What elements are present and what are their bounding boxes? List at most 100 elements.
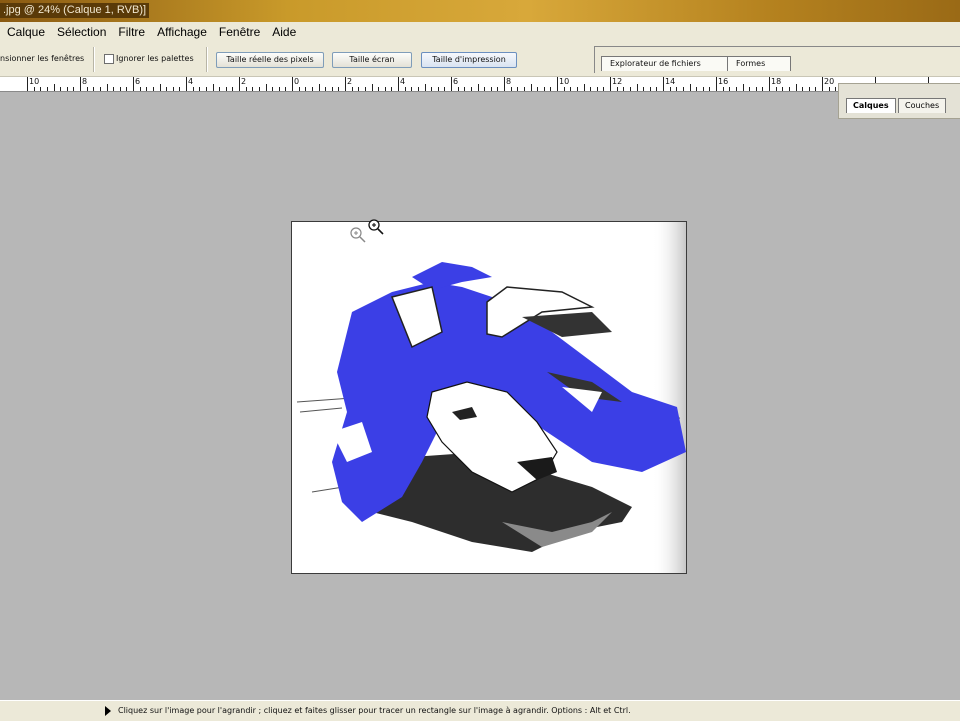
ruler-label: 12 [612, 77, 623, 86]
tab-layers[interactable]: Calques [846, 98, 896, 113]
menu-fenetre[interactable]: Fenêtre [213, 22, 266, 43]
tab-channels-label: Couches [905, 101, 940, 110]
ruler-tick [670, 87, 671, 91]
menu-calque[interactable]: Calque [0, 22, 51, 43]
ruler-label: 2 [347, 77, 353, 86]
ruler-tick [610, 77, 611, 91]
ruler-tick [312, 87, 313, 91]
ruler-tick [166, 87, 167, 91]
ruler-tick [491, 87, 492, 91]
ruler-tick [544, 87, 545, 91]
ruler-tick [802, 87, 803, 91]
layers-palette: Calques Couches [838, 83, 960, 119]
ruler-tick [259, 87, 260, 91]
horizontal-ruler: 10 8 6 4 2 0 2 4 6 8 10 12 14 16 18 20 [0, 77, 960, 92]
ruler-tick [650, 87, 651, 91]
ruler-tick [365, 87, 366, 91]
ruler-tick [405, 87, 406, 91]
ruler-tick [597, 87, 598, 91]
ruler-tick [723, 87, 724, 91]
ruler-tick [517, 87, 518, 91]
ruler-tick [438, 87, 439, 91]
ruler-tick [809, 87, 810, 91]
ruler-tick [511, 87, 512, 91]
tab-file-browser-label: Explorateur de fichiers [610, 59, 701, 68]
ruler-tick [338, 87, 339, 91]
tab-channels[interactable]: Couches [898, 98, 947, 113]
ruler-tick [577, 87, 578, 91]
ruler-label: 2 [241, 77, 247, 86]
ruler-tick [749, 87, 750, 91]
ruler-tick [305, 87, 306, 91]
ruler-tick [252, 87, 253, 91]
ruler-tick [590, 87, 591, 91]
ruler-tick [352, 87, 353, 91]
ruler-label: 18 [771, 77, 782, 86]
ruler-tick [391, 87, 392, 91]
ruler-tick [272, 87, 273, 91]
ruler-tick [756, 87, 757, 91]
ruler-tick [93, 87, 94, 91]
zoom-cursor-icon [368, 219, 384, 235]
window-title: .jpg @ 24% (Calque 1, RVB)] [0, 3, 150, 18]
ruler-tick [113, 87, 114, 91]
ruler-tick [186, 77, 187, 91]
ruler-tick [358, 87, 359, 91]
ruler-tick [126, 87, 127, 91]
ruler-label: 4 [188, 77, 194, 86]
ruler-tick [796, 84, 797, 91]
ignore-palettes-checkbox[interactable] [104, 54, 114, 64]
ruler-tick [47, 87, 48, 91]
tab-shapes[interactable]: Formes [727, 56, 791, 71]
ruler-tick [60, 87, 61, 91]
ruler-tick [584, 84, 585, 91]
ruler-tick [54, 84, 55, 91]
ruler-tick [762, 87, 763, 91]
status-bar: Cliquez sur l'image pour l'agrandir ; cl… [0, 700, 960, 721]
menu-selection[interactable]: Sélection [51, 22, 112, 43]
ruler-label: 0 [294, 77, 300, 86]
ruler-tick [822, 77, 823, 91]
ruler-tick [179, 87, 180, 91]
ruler-tick [703, 87, 704, 91]
ruler-tick [550, 87, 551, 91]
ruler-tick [73, 87, 74, 91]
ruler-tick [464, 87, 465, 91]
ruler-tick [789, 87, 790, 91]
ruler-tick [656, 87, 657, 91]
ruler-label: 6 [135, 77, 141, 86]
ruler-tick [564, 87, 565, 91]
resize-windows-label[interactable]: nsionner les fenêtres [0, 54, 84, 63]
document-canvas[interactable] [291, 221, 687, 574]
fit-screen-button[interactable]: Taille écran [332, 52, 412, 68]
ruler-label: 10 [559, 77, 570, 86]
ruler-tick [769, 77, 770, 91]
ruler-tick [451, 77, 452, 91]
actual-pixels-button[interactable]: Taille réelle des pixels [216, 52, 324, 68]
menu-filtre[interactable]: Filtre [112, 22, 151, 43]
ruler-label: 10 [29, 77, 40, 86]
menu-affichage[interactable]: Affichage [151, 22, 213, 43]
ruler-tick [173, 87, 174, 91]
play-arrow-icon[interactable] [104, 706, 112, 716]
ruler-tick [683, 87, 684, 91]
ruler-tick [100, 87, 101, 91]
tab-layers-label: Calques [853, 101, 889, 110]
ruler-label: 16 [718, 77, 729, 86]
ruler-tick [107, 84, 108, 91]
ruler-tick [332, 87, 333, 91]
ruler-tick [246, 87, 247, 91]
ruler-tick [471, 87, 472, 91]
zoom-in-icon [350, 227, 366, 243]
menu-aide[interactable]: Aide [266, 22, 302, 43]
ruler-tick [743, 84, 744, 91]
ruler-label: 6 [453, 77, 459, 86]
ruler-tick [299, 87, 300, 91]
tab-file-browser[interactable]: Explorateur de fichiers [601, 56, 731, 71]
ruler-tick [603, 87, 604, 91]
ruler-tick [285, 87, 286, 91]
ruler-tick [345, 77, 346, 91]
ruler-tick [87, 87, 88, 91]
print-size-button[interactable]: Taille d'impression [421, 52, 517, 68]
ruler-label: 8 [506, 77, 512, 86]
